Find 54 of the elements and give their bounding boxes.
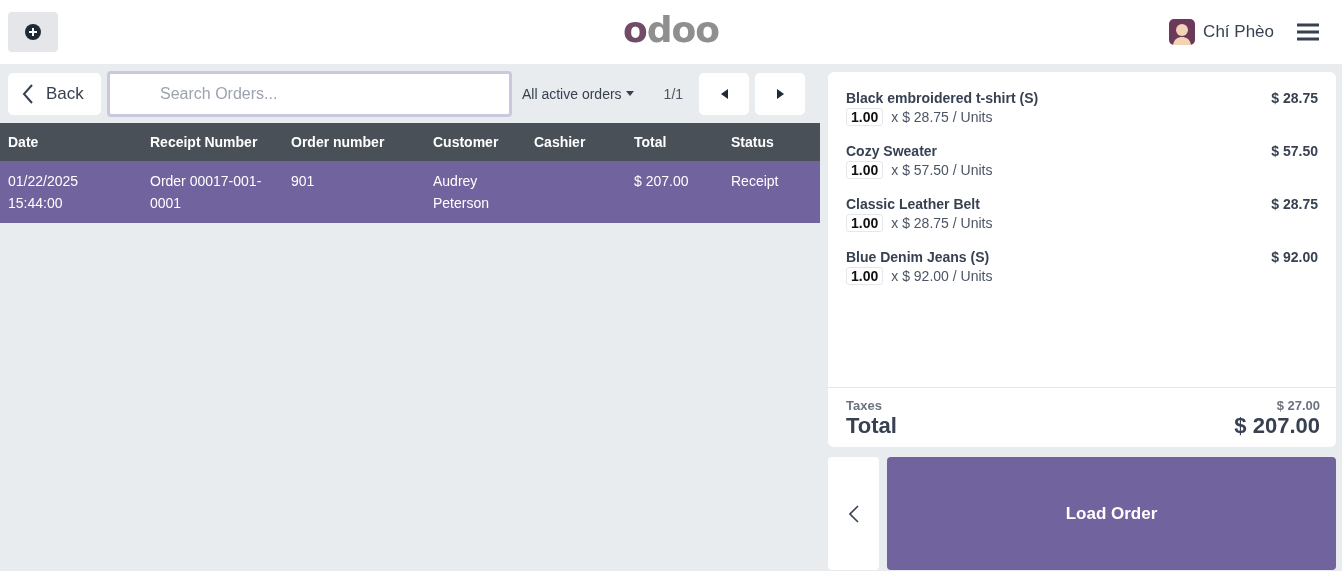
next-page-button[interactable] [755, 72, 806, 115]
line-price: $ 57.50 [1271, 143, 1318, 159]
filter-dropdown[interactable]: All active orders [518, 85, 638, 102]
triangle-left-icon [720, 88, 728, 99]
product-name: Cozy Sweater [846, 143, 938, 159]
back-button[interactable] [828, 457, 879, 570]
quantity: 1.00 [846, 214, 884, 232]
unit-price: x $ 57.50 / Units [891, 162, 993, 178]
line-price: $ 28.75 [1271, 196, 1318, 212]
table-cell-text: 01/22/2025 15:44:00 [7, 172, 80, 213]
total-amount: $ 207.00 [1234, 413, 1320, 439]
caret-icon [625, 91, 634, 96]
quantity: 1.00 [846, 108, 884, 126]
triangle-right-icon [776, 88, 784, 99]
line-price: $ 92.00 [1271, 249, 1318, 265]
table-cell-text: Order 00017-001-0001 [149, 172, 263, 213]
column-header: Customer [432, 134, 500, 150]
plus-circle-icon [25, 24, 41, 40]
column-header: Status [730, 134, 775, 150]
total-label: Total [846, 413, 897, 439]
search-field[interactable]: Search Orders... [107, 70, 512, 117]
load-order-button[interactable]: Load Order [887, 457, 1336, 570]
taxes-label: Taxes [846, 398, 882, 413]
quantity: 1.00 [846, 267, 884, 285]
chevron-left-icon [22, 83, 34, 104]
quantity: 1.00 [846, 161, 884, 179]
chevron-left-icon [848, 504, 859, 523]
column-header: Cashier [533, 134, 587, 150]
avatar-icon [1169, 19, 1196, 45]
column-header: Order number [290, 134, 386, 150]
logo: odoo [623, 10, 719, 50]
taxes-amount: $ 27.00 [1276, 398, 1320, 413]
back-button[interactable]: Back [8, 72, 101, 115]
line-price: $ 28.75 [1271, 90, 1318, 106]
column-header: Receipt Number [149, 134, 259, 150]
product-name: Classic Leather Belt [846, 196, 980, 212]
table-cell-text: Audrey Peterson [432, 172, 491, 213]
column-header: Date [7, 134, 40, 150]
unit-price: x $ 28.75 / Units [891, 109, 993, 125]
product-name: Black embroidered t-shirt (S) [846, 90, 1039, 106]
page-counter: 1/1 [663, 85, 684, 102]
table-cell-text: $ 207.00 [633, 172, 690, 191]
table-cell-text: 901 [290, 172, 316, 191]
previous-page-button[interactable] [699, 72, 750, 115]
table-cell-text: Receipt [730, 172, 780, 191]
user-name: Chí Phèo [1203, 22, 1274, 42]
menu-button[interactable] [1296, 22, 1320, 42]
order-row[interactable]: 01/22/2025 15:44:00 Order 00017-001-0001 901 Audrey Peterson $ 207.00 Receipt [0, 161, 820, 223]
menu-icon [1296, 22, 1320, 42]
product-name: Blue Denim Jeans (S) [846, 249, 990, 265]
add-button[interactable] [8, 12, 58, 52]
unit-price: x $ 92.00 / Units [891, 268, 993, 284]
unit-price: x $ 28.75 / Units [891, 215, 993, 231]
column-header: Total [633, 134, 668, 150]
